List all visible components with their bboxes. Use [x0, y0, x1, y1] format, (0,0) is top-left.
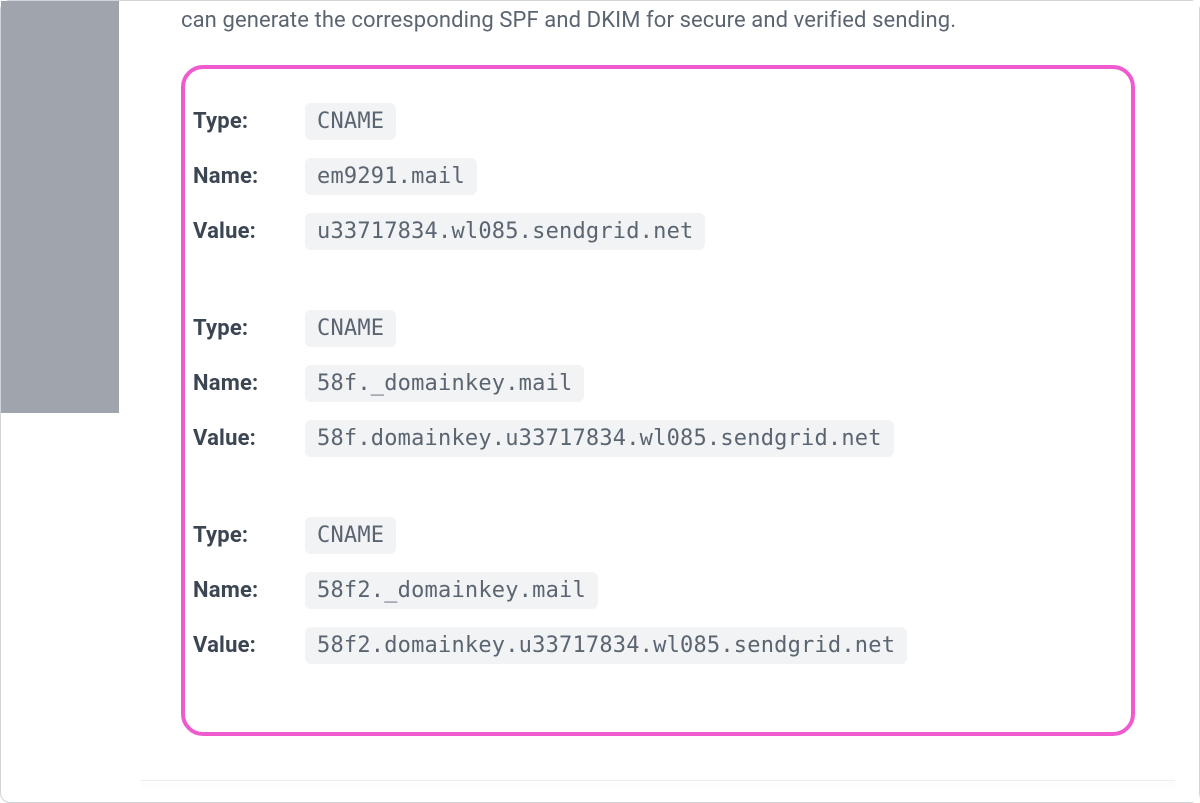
label-value: Value:	[193, 219, 305, 244]
value-type[interactable]: CNAME	[305, 517, 396, 554]
value-type[interactable]: CNAME	[305, 103, 396, 140]
dns-record: Type: CNAME Name: em9291.mail Value: u33…	[193, 97, 1123, 256]
record-row-value: Value: u33717834.wl085.sendgrid.net	[193, 207, 1123, 256]
label-value: Value:	[193, 426, 305, 451]
record-row-type: Type: CNAME	[193, 97, 1123, 146]
record-row-name: Name: em9291.mail	[193, 152, 1123, 201]
record-row-name: Name: 58f._domainkey.mail	[193, 359, 1123, 408]
label-name: Name:	[193, 578, 305, 603]
dns-record: Type: CNAME Name: 58f._domainkey.mail Va…	[193, 304, 1123, 463]
label-type: Type:	[193, 109, 305, 134]
record-row-value: Value: 58f2.domainkey.u33717834.wl085.se…	[193, 621, 1123, 670]
label-value: Value:	[193, 633, 305, 658]
value-name[interactable]: em9291.mail	[305, 158, 477, 195]
value-type[interactable]: CNAME	[305, 310, 396, 347]
sidebar-stub	[1, 1, 119, 413]
record-row-value: Value: 58f.domainkey.u33717834.wl085.sen…	[193, 414, 1123, 463]
value-value[interactable]: u33717834.wl085.sendgrid.net	[305, 213, 705, 250]
intro-text: can generate the corresponding SPF and D…	[141, 1, 1175, 37]
footer-divider	[141, 780, 1175, 788]
value-value[interactable]: 58f.domainkey.u33717834.wl085.sendgrid.n…	[305, 420, 894, 457]
value-name[interactable]: 58f2._domainkey.mail	[305, 572, 598, 609]
inner-panel: can generate the corresponding SPF and D…	[141, 1, 1175, 788]
label-name: Name:	[193, 164, 305, 189]
value-name[interactable]: 58f._domainkey.mail	[305, 365, 584, 402]
dns-record: Type: CNAME Name: 58f2._domainkey.mail V…	[193, 511, 1123, 670]
label-type: Type:	[193, 523, 305, 548]
label-name: Name:	[193, 371, 305, 396]
record-row-name: Name: 58f2._domainkey.mail	[193, 566, 1123, 615]
record-row-type: Type: CNAME	[193, 304, 1123, 353]
record-row-type: Type: CNAME	[193, 511, 1123, 560]
label-type: Type:	[193, 316, 305, 341]
content-area: can generate the corresponding SPF and D…	[119, 1, 1199, 802]
value-value[interactable]: 58f2.domainkey.u33717834.wl085.sendgrid.…	[305, 627, 907, 664]
dns-records-box: Type: CNAME Name: em9291.mail Value: u33…	[181, 65, 1135, 736]
